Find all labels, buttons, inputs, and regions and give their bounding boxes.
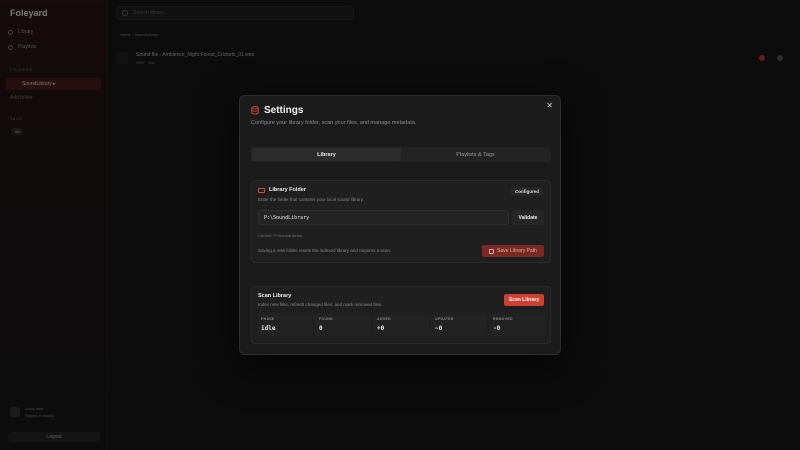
settings-tabs: Library Playlists & Tags [251, 147, 551, 162]
card-description: Enter the folder that contains your loca… [258, 197, 364, 202]
save-icon [489, 248, 495, 254]
stat-added: ADDED +0 [373, 313, 429, 337]
stat-phase: PHASE idle [257, 313, 313, 337]
card-title: Library Folder [269, 187, 306, 193]
stat-value: 0 [319, 325, 323, 332]
validate-button[interactable]: Validate [512, 210, 544, 225]
stat-value: -0 [493, 325, 501, 332]
library-folder-card: Library Folder Configured Enter the fold… [251, 180, 551, 263]
stat-label: UPDATED [435, 317, 454, 321]
stat-value: ~0 [435, 325, 443, 332]
dialog-title: Settings [264, 105, 304, 116]
tab-playlists-tags[interactable]: Playlists & Tags [401, 148, 550, 161]
scan-library-card: Scan Library Index new files, refresh ch… [251, 286, 551, 344]
stat-value: +0 [377, 325, 385, 332]
close-icon[interactable]: ✕ [546, 101, 553, 110]
save-library-path-button[interactable]: Save Library Path [482, 245, 544, 257]
dialog-subtitle: Configure your library folder, scan your… [251, 120, 417, 126]
library-path-input[interactable] [258, 210, 509, 225]
stat-label: REMOVED [493, 317, 513, 321]
stat-removed: REMOVED -0 [489, 313, 545, 337]
settings-dialog: Settings ✕ Configure your library folder… [239, 95, 561, 355]
stat-updated: UPDATED ~0 [431, 313, 487, 337]
stat-label: PHASE [261, 317, 275, 321]
card-title: Scan Library [258, 293, 292, 299]
tab-library[interactable]: Library [252, 148, 401, 161]
card-description: Index new files, refresh changed files, … [258, 302, 383, 307]
stat-value: idle [261, 325, 276, 332]
stat-label: FOUND [319, 317, 333, 321]
save-button-label: Save Library Path [497, 248, 537, 254]
database-icon [251, 106, 259, 115]
save-note: Saving a new folder resets the indexed l… [258, 248, 392, 253]
current-path-label: Current: P:\SoundLibrary [258, 233, 303, 238]
stat-label: ADDED [377, 317, 391, 321]
scan-stats: PHASE idle FOUND 0 ADDED +0 UPDATED ~0 R… [257, 313, 545, 337]
status-badge: Configured [511, 187, 543, 196]
scan-library-button[interactable]: Scan Library [504, 294, 544, 306]
stat-found: FOUND 0 [315, 313, 371, 337]
folder-icon [258, 188, 265, 193]
